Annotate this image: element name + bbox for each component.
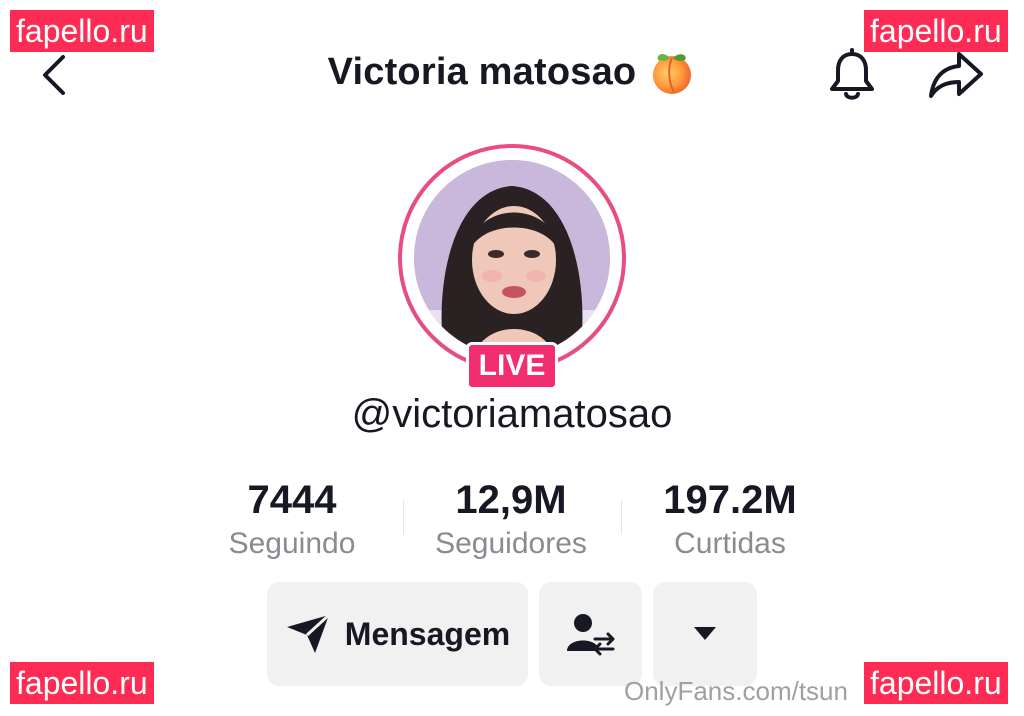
user-swap-icon (566, 614, 614, 656)
watermark-top-right: fapello.ru (864, 10, 1008, 52)
send-plane-icon (286, 613, 330, 653)
display-name: Victoria matosao (327, 50, 637, 93)
watermark-bottom-left: fapello.ru (10, 662, 154, 704)
stat-followers[interactable]: 12,9M Seguidores (411, 478, 611, 561)
stat-following[interactable]: 7444 Seguindo (192, 478, 392, 561)
peach-emoji-icon (653, 54, 692, 94)
stat-followers-value: 12,9M (455, 478, 567, 522)
watermark-top-left: fapello.ru (10, 10, 154, 52)
notification-button[interactable] (824, 46, 880, 104)
share-arrow-icon (929, 52, 983, 98)
live-badge[interactable]: LIVE (466, 342, 558, 390)
stat-divider (621, 500, 622, 534)
friend-suggest-button[interactable] (539, 582, 642, 686)
watermark-bottom-right: fapello.ru (864, 662, 1008, 704)
stat-following-label: Seguindo (228, 527, 356, 560)
stat-followers-label: Seguidores (435, 527, 587, 560)
avatar[interactable] (414, 160, 610, 356)
stat-divider (403, 500, 404, 534)
bell-icon (830, 48, 874, 100)
footer-watermark: OnlyFans.com/tsun (624, 676, 848, 706)
message-button-label: Mensagem (344, 615, 511, 652)
more-options-button[interactable] (653, 582, 757, 686)
share-button[interactable] (926, 48, 986, 102)
stat-following-value: 7444 (247, 478, 337, 522)
stat-likes-value: 197.2M (663, 478, 797, 522)
message-button[interactable]: Mensagem (267, 582, 528, 686)
stat-likes-label: Curtidas (674, 527, 786, 560)
profile-handle: @victoriamatosao (351, 392, 673, 436)
stat-likes[interactable]: 197.2M Curtidas (630, 478, 830, 561)
caret-down-icon (694, 627, 716, 640)
avatar-photo (414, 160, 610, 356)
